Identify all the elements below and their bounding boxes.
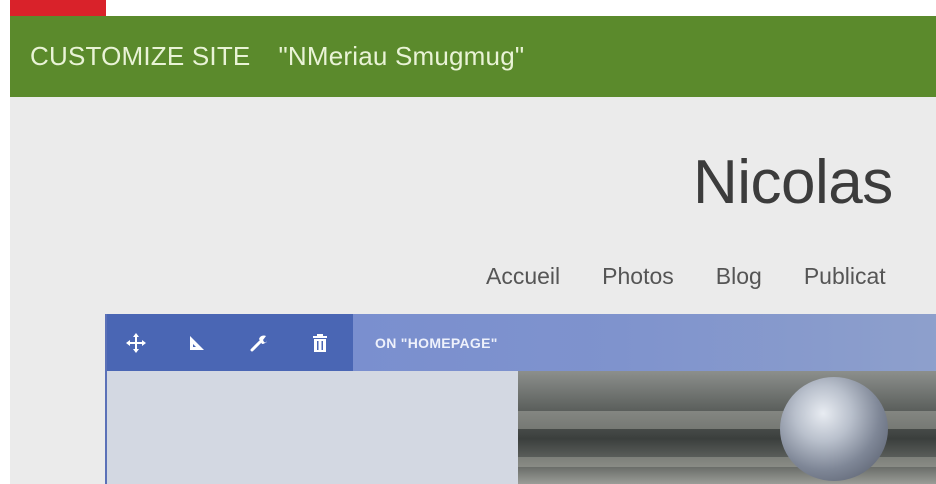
homepage-photo	[518, 371, 936, 484]
nav-item-photos[interactable]: Photos	[602, 263, 674, 290]
helmet-image-detail	[780, 377, 888, 481]
move-icon[interactable]	[121, 328, 151, 358]
site-name-label: "NMeriau Smugmug"	[278, 41, 525, 71]
site-preview: Nicolas Accueil Photos Blog Publicat ON …	[10, 97, 936, 484]
customize-site-bar: CUSTOMIZE SITE "NMeriau Smugmug"	[10, 16, 936, 97]
nav-item-publications[interactable]: Publicat	[804, 263, 886, 290]
nav-item-blog[interactable]: Blog	[716, 263, 762, 290]
nav-item-accueil[interactable]: Accueil	[486, 263, 560, 290]
trash-icon[interactable]	[306, 328, 336, 358]
smugmug-logo[interactable]	[10, 0, 106, 16]
block-toolbar	[107, 314, 353, 371]
homepage-content-block[interactable]: ON "HOMEPAGE"	[105, 314, 936, 484]
wrench-icon[interactable]	[244, 328, 274, 358]
site-nav: Accueil Photos Blog Publicat	[486, 263, 886, 290]
customize-site-label: CUSTOMIZE SITE	[30, 41, 251, 71]
resize-icon[interactable]	[183, 328, 213, 358]
site-title: Nicolas	[693, 148, 893, 217]
block-label-bar: ON "HOMEPAGE"	[353, 314, 936, 371]
block-label: ON "HOMEPAGE"	[375, 334, 498, 351]
